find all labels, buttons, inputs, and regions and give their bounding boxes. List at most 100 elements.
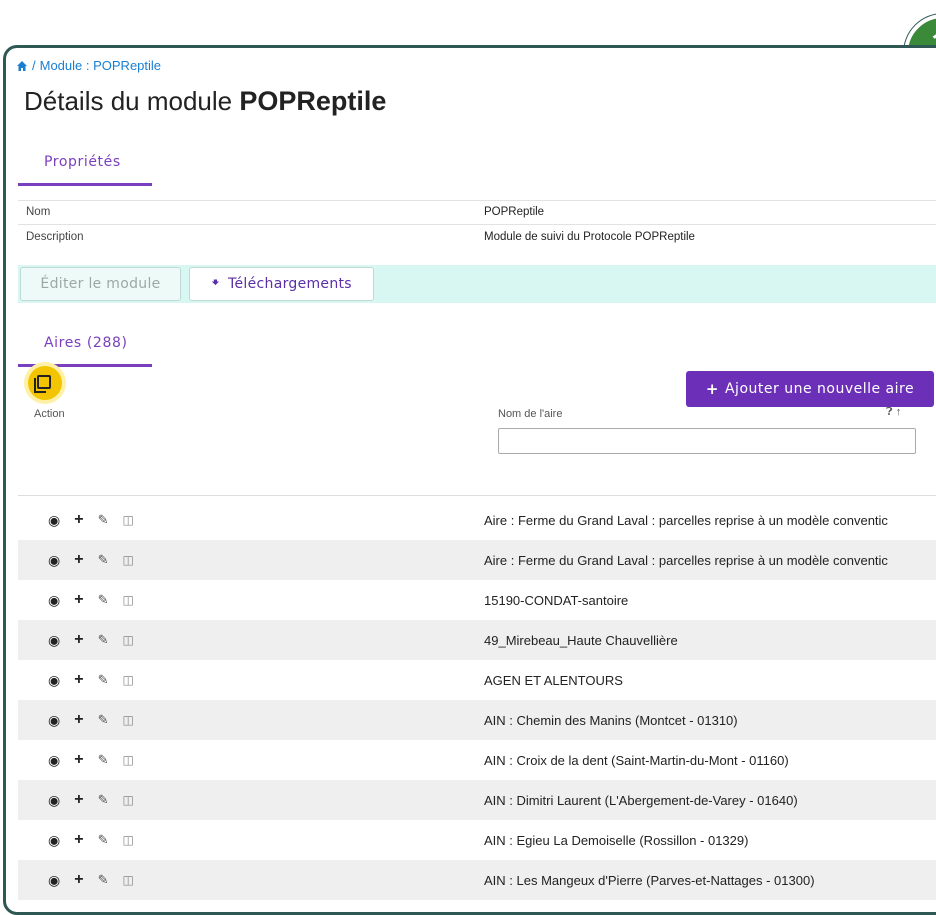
row-actions: ◉ + ✎ ◫ — [48, 672, 134, 688]
site-name-cell: 15190-CONDAT-santoire — [484, 593, 629, 608]
trash-icon[interactable]: ◫ — [122, 833, 133, 847]
table-row[interactable]: ◉ + ✎ ◫ AIN : Egieu La Demoiselle (Rossi… — [18, 820, 936, 860]
column-header-action: Action — [34, 408, 65, 420]
table-row[interactable]: ◉ + ✎ ◫ Aire : Ferme du Grand Laval : pa… — [18, 500, 936, 540]
property-label-name: Nom — [26, 206, 51, 218]
edit-icon[interactable]: ✎ — [98, 553, 109, 567]
map-toggle-button[interactable] — [28, 366, 62, 400]
downloads-button[interactable]: 🠻 Téléchargements — [189, 267, 374, 301]
eye-icon[interactable]: ◉ — [48, 793, 60, 807]
edit-icon[interactable]: ✎ — [98, 673, 109, 687]
tab-properties[interactable]: Propriétés — [44, 154, 121, 170]
help-icon[interactable]: ❓︎ — [886, 406, 893, 418]
trash-icon[interactable]: ◫ — [122, 873, 133, 887]
plus-icon[interactable]: + — [74, 872, 83, 888]
sort-ascending-icon[interactable]: ↑ — [896, 406, 902, 418]
table-row[interactable]: ◉ + ✎ ◫ AIN : Croix de la dent (Saint-Ma… — [18, 740, 936, 780]
property-value-description: Module de suivi du Protocole POPReptile — [484, 231, 695, 243]
plus-icon[interactable]: + — [74, 792, 83, 808]
trash-icon[interactable]: ◫ — [122, 633, 133, 647]
row-actions: ◉ + ✎ ◫ — [48, 832, 134, 848]
table-row[interactable]: ◉ + ✎ ◫ AIN : Les Mangeux d'Pierre (Parv… — [18, 860, 936, 900]
property-label-description: Description — [26, 231, 84, 243]
edit-icon[interactable]: ✎ — [98, 713, 109, 727]
trash-icon[interactable]: ◫ — [122, 593, 133, 607]
edit-icon[interactable]: ✎ — [98, 633, 109, 647]
plus-icon[interactable]: + — [74, 832, 83, 848]
row-actions: ◉ + ✎ ◫ — [48, 632, 134, 648]
trash-icon[interactable]: ◫ — [122, 513, 133, 527]
edit-icon[interactable]: ✎ — [98, 593, 109, 607]
eye-icon[interactable]: ◉ — [48, 553, 60, 567]
edit-icon[interactable]: ✎ — [98, 873, 109, 887]
plus-icon[interactable]: + — [74, 592, 83, 608]
tab-properties-underline — [18, 183, 152, 186]
arrow-down-icon: 🠻 — [211, 275, 221, 291]
page-title: Détails du module POPReptile — [24, 86, 386, 117]
plus-icon[interactable]: + — [74, 712, 83, 728]
site-name-cell: AIN : Egieu La Demoiselle (Rossillon - 0… — [484, 833, 749, 848]
site-name-filter-input[interactable] — [498, 428, 916, 454]
plus-icon[interactable]: + — [74, 512, 83, 528]
breadcrumb-separator: / — [32, 58, 36, 73]
breadcrumb-module-link[interactable]: Module : POPReptile — [40, 58, 161, 73]
row-actions: ◉ + ✎ ◫ — [48, 552, 134, 568]
table-row[interactable]: ◉ + ✎ ◫ AIN : Chemin des Manins (Montcet… — [18, 700, 936, 740]
edit-module-button[interactable]: Éditer le module — [20, 267, 181, 301]
trash-icon[interactable]: ◫ — [122, 673, 133, 687]
breadcrumb: / Module : POPReptile — [16, 58, 161, 73]
site-name-cell: AIN : Croix de la dent (Saint-Martin-du-… — [484, 753, 789, 768]
trash-icon[interactable]: ◫ — [122, 753, 133, 767]
downloads-button-label: Téléchargements — [228, 276, 352, 292]
page-title-module-name: POPReptile — [239, 86, 387, 116]
site-name-cell: AIN : Chemin des Manins (Montcet - 01310… — [484, 713, 738, 728]
eye-icon[interactable]: ◉ — [48, 593, 60, 607]
column-header-controls: ❓︎ ↑ — [886, 406, 901, 419]
eye-icon[interactable]: ◉ — [48, 513, 60, 527]
row-actions: ◉ + ✎ ◫ — [48, 792, 134, 808]
edit-icon[interactable]: ✎ — [98, 513, 109, 527]
eye-icon[interactable]: ◉ — [48, 833, 60, 847]
eye-icon[interactable]: ◉ — [48, 633, 60, 647]
property-value-name: POPReptile — [484, 206, 545, 218]
edit-icon[interactable]: ✎ — [98, 833, 109, 847]
edit-icon[interactable]: ✎ — [98, 753, 109, 767]
table-row[interactable]: ◉ + ✎ ◫ 15190-CONDAT-santoire — [18, 580, 936, 620]
eye-icon[interactable]: ◉ — [48, 873, 60, 887]
site-name-cell: AIN : Les Mangeux d'Pierre (Parves-et-Na… — [484, 873, 815, 888]
plus-icon[interactable]: + — [74, 632, 83, 648]
site-name-cell: 49_Mirebeau_Haute Chauvellière — [484, 633, 678, 648]
plus-icon[interactable]: + — [74, 672, 83, 688]
plus-icon[interactable]: + — [74, 752, 83, 768]
row-actions: ◉ + ✎ ◫ — [48, 592, 134, 608]
home-icon[interactable] — [16, 60, 28, 72]
site-name-cell: Aire : Ferme du Grand Laval : parcelles … — [484, 513, 888, 528]
site-name-cell: AGEN ET ALENTOURS — [484, 673, 623, 688]
tab-sites[interactable]: Aires (288) — [44, 335, 128, 351]
table-row[interactable]: ◉ + ✎ ◫ AGEN ET ALENTOURS — [18, 660, 936, 700]
properties-divider — [18, 224, 936, 225]
table-row[interactable]: ◉ + ✎ ◫ AIN : Dimitri Laurent (L'Abergem… — [18, 780, 936, 820]
eye-icon[interactable]: ◉ — [48, 753, 60, 767]
page-title-prefix: Détails du module — [24, 86, 233, 116]
table-header-divider — [18, 495, 936, 496]
gallery-icon — [37, 375, 51, 389]
site-name-cell: AIN : Dimitri Laurent (L'Abergement-de-V… — [484, 793, 798, 808]
plus-icon[interactable]: + — [74, 552, 83, 568]
site-name-cell: Aire : Ferme du Grand Laval : parcelles … — [484, 553, 888, 568]
add-site-button[interactable]: + Ajouter une nouvelle aire — [686, 371, 934, 407]
column-header-site-name[interactable]: Nom de l'aire — [498, 408, 562, 420]
trash-icon[interactable]: ◫ — [122, 713, 133, 727]
trash-icon[interactable]: ◫ — [122, 793, 133, 807]
properties-divider — [18, 200, 936, 201]
trash-icon[interactable]: ◫ — [122, 553, 133, 567]
edit-icon[interactable]: ✎ — [98, 793, 109, 807]
eye-icon[interactable]: ◉ — [48, 673, 60, 687]
table-row[interactable]: ◉ + ✎ ◫ Aire : Ferme du Grand Laval : pa… — [18, 540, 936, 580]
app-window: / Module : POPReptile Détails du module … — [3, 45, 936, 915]
plus-icon: + — [705, 380, 719, 398]
table-row[interactable]: ◉ + ✎ ◫ 49_Mirebeau_Haute Chauvellière — [18, 620, 936, 660]
eye-icon[interactable]: ◉ — [48, 713, 60, 727]
row-actions: ◉ + ✎ ◫ — [48, 872, 134, 888]
row-actions: ◉ + ✎ ◫ — [48, 752, 134, 768]
